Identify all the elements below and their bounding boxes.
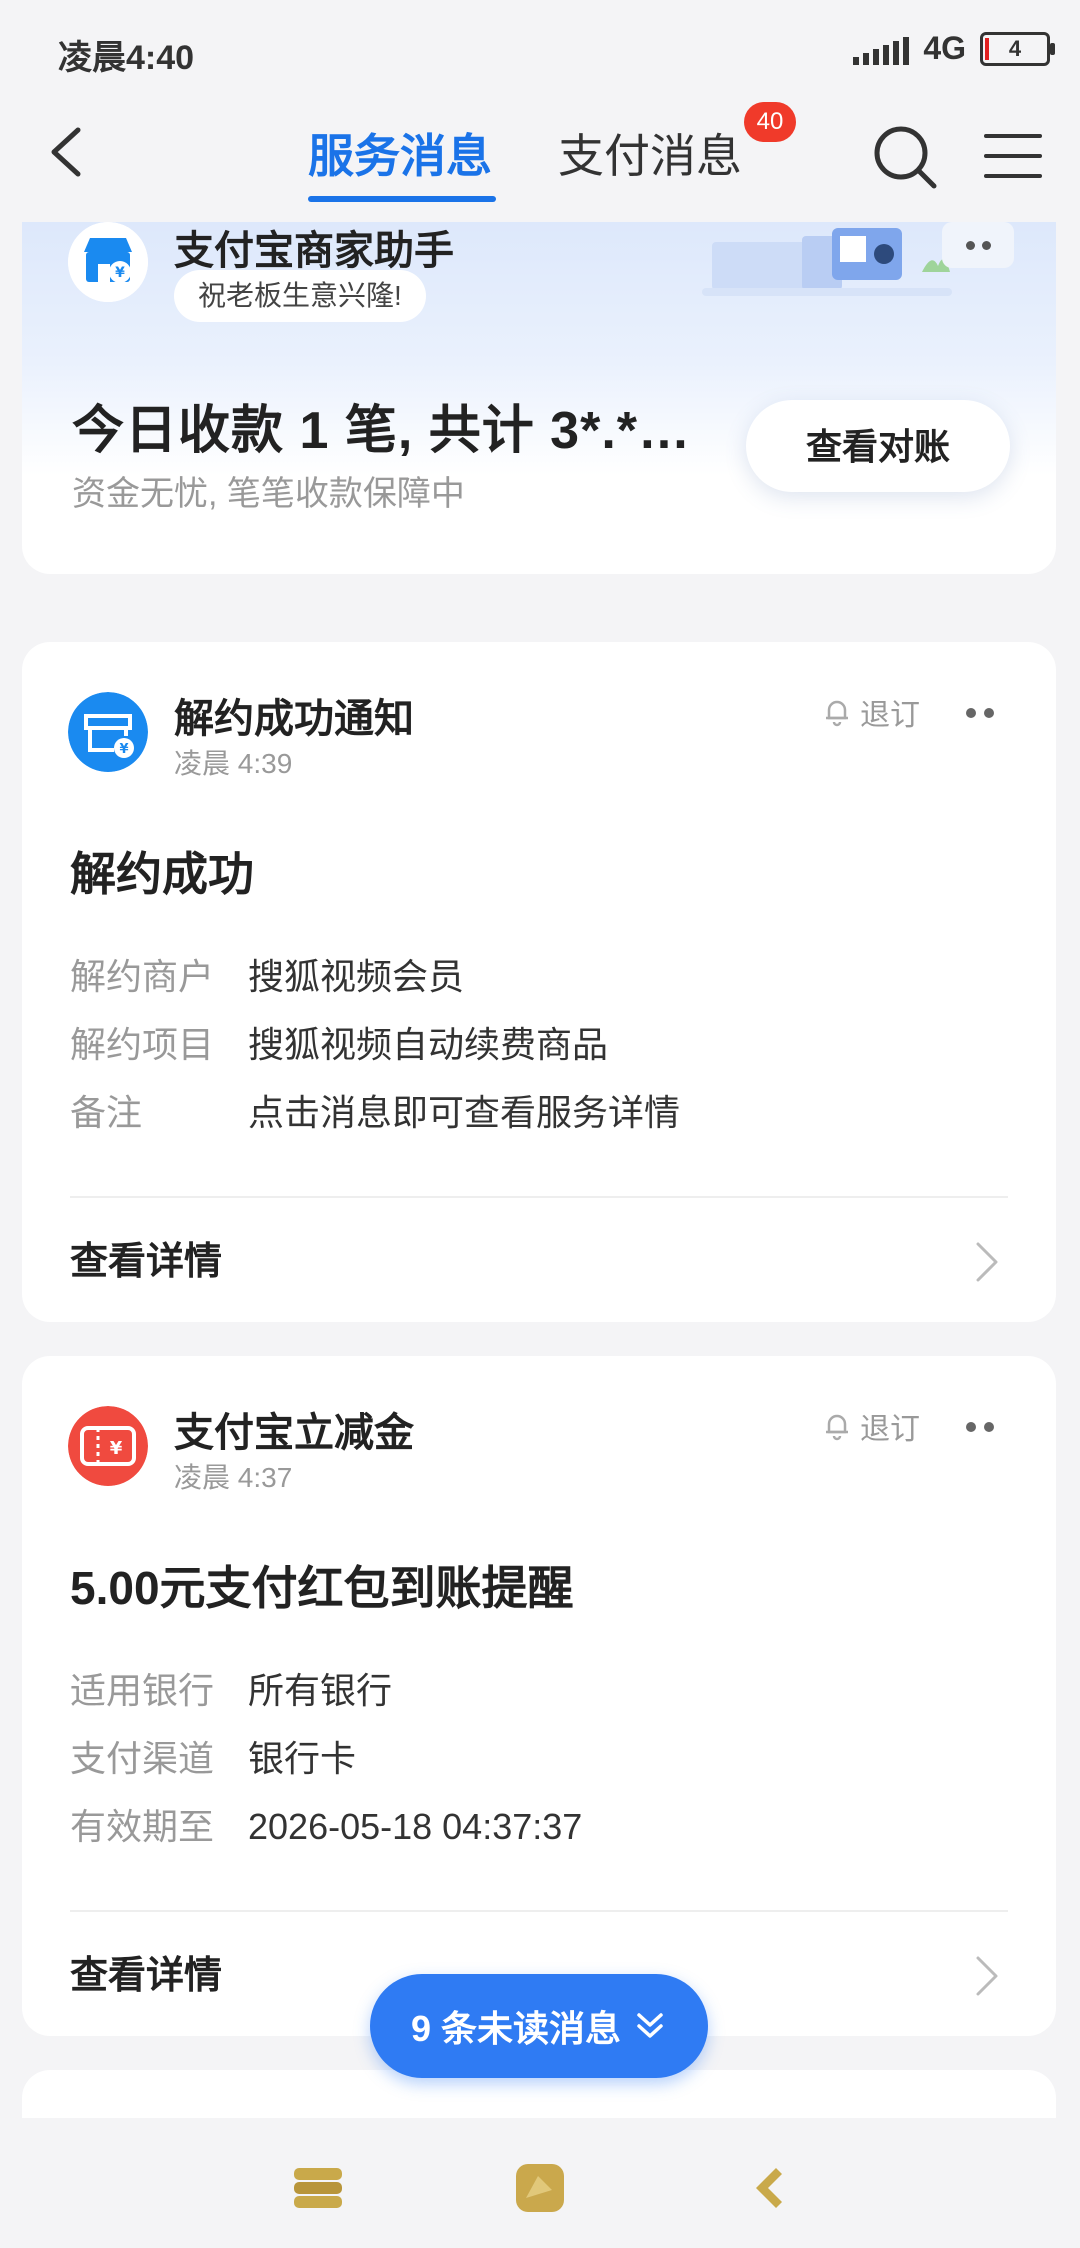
view-reconciliation-button[interactable]: 查看对账 — [746, 400, 1010, 492]
merchant-subtitle: 资金无忧, 笔笔收款保障中 — [72, 475, 465, 513]
info-row: 有效期至 2026-05-18 04:37:37 — [70, 1798, 582, 1850]
status-time: 凌晨4:40 — [58, 39, 195, 77]
info-row: 适用银行 所有银行 — [70, 1662, 392, 1714]
signal-icon — [853, 33, 910, 65]
view-details-link[interactable]: 查看详情 — [70, 1230, 222, 1285]
unread-badge: 40 — [744, 102, 796, 142]
info-value: 2026-05-18 04:37:37 — [248, 1806, 583, 1847]
info-row: 解约项目 搜狐视频自动续费商品 — [70, 1016, 608, 1068]
merchant-assistant-card[interactable]: ¥ 支付宝商家助手 祝老板生意兴隆! 今日收款 1 笔, 共计 3*.*… 资金… — [22, 222, 1056, 574]
info-row: 备注 点击消息即可查看服务详情 — [70, 1084, 680, 1136]
info-value: 搜狐视频会员 — [248, 956, 465, 997]
info-value: 点击消息即可查看服务详情 — [248, 1092, 681, 1133]
tab-payment-messages[interactable]: 支付消息 — [558, 120, 742, 186]
home-icon[interactable] — [512, 2160, 568, 2216]
chevron-right-icon[interactable] — [972, 1954, 1002, 1998]
system-nav-bar — [0, 2118, 1080, 2248]
info-key: 支付渠道 — [70, 1738, 215, 1779]
info-key: 解约项目 — [70, 1024, 215, 1065]
bell-icon — [826, 700, 848, 727]
merchant-title: 支付宝商家助手 — [174, 229, 454, 273]
info-key: 备注 — [70, 1092, 143, 1133]
merchant-store-icon: ¥ — [68, 222, 148, 302]
svg-text:¥: ¥ — [115, 265, 125, 281]
info-key: 适用银行 — [70, 1670, 215, 1711]
menu-icon[interactable] — [982, 130, 1044, 182]
svg-text:¥: ¥ — [119, 742, 128, 757]
info-row: 支付渠道 银行卡 — [70, 1730, 356, 1782]
card-title: 支付宝立减金 — [174, 1411, 414, 1455]
svg-text:¥: ¥ — [110, 1438, 123, 1459]
unsubscribe-label: 退订 — [860, 1413, 920, 1446]
bell-icon — [826, 1414, 848, 1441]
divider — [70, 1910, 1008, 1912]
info-key: 解约商户 — [70, 956, 215, 997]
info-value: 所有银行 — [248, 1670, 393, 1711]
message-card-red-packet[interactable]: ¥ 支付宝立减金 凌晨 4:37 退订 5.00元支付红包到账提醒 适用银行 所有… — [22, 1356, 1056, 2036]
termination-notice-icon: ¥ — [68, 692, 148, 772]
card-heading: 解约成功 — [70, 848, 254, 900]
back-icon[interactable] — [742, 2160, 798, 2216]
info-row: 解约商户 搜狐视频会员 — [70, 948, 464, 1000]
unsubscribe-button[interactable]: 退订 — [822, 1404, 920, 1448]
card-title: 解约成功通知 — [174, 697, 414, 741]
info-value: 搜狐视频自动续费商品 — [248, 1024, 609, 1065]
unread-messages-button[interactable]: 9 条未读消息 — [370, 1974, 708, 2078]
card-time: 凌晨 4:37 — [174, 1462, 293, 1493]
card-heading: 5.00元支付红包到账提醒 — [70, 1562, 574, 1614]
message-card-termination[interactable]: ¥ 解约成功通知 凌晨 4:39 退订 解约成功 解约商户 搜狐视频会员 解约项目… — [22, 642, 1056, 1322]
tab-service-messages[interactable]: 服务消息 — [308, 120, 492, 186]
back-arrow-icon[interactable] — [40, 122, 100, 182]
card-time: 凌晨 4:39 — [174, 748, 293, 779]
chevron-right-icon[interactable] — [972, 1240, 1002, 1284]
merchant-summary: 今日收款 1 笔, 共计 3*.*… — [72, 402, 691, 460]
red-packet-icon: ¥ — [68, 1406, 148, 1486]
active-tab-indicator — [308, 196, 496, 202]
merchant-more-button[interactable] — [942, 222, 1014, 268]
divider — [70, 1196, 1008, 1198]
status-bar: 凌晨4:40 4G 4 — [0, 0, 1080, 100]
unsubscribe-button[interactable]: 退订 — [822, 690, 920, 734]
info-key: 有效期至 — [70, 1806, 215, 1847]
double-chevron-down-icon — [637, 2013, 663, 2038]
network-type: 4G — [923, 30, 966, 66]
header: 服务消息 支付消息 40 — [0, 100, 1080, 220]
battery-icon: 4 — [980, 31, 1055, 66]
unread-messages-label: 9 条未读消息 — [410, 2008, 622, 2049]
search-icon[interactable] — [870, 122, 940, 192]
unsubscribe-label: 退订 — [860, 699, 920, 732]
more-options-icon[interactable] — [962, 706, 1002, 720]
merchant-illustration — [702, 228, 952, 296]
recent-apps-icon[interactable] — [290, 2160, 346, 2216]
info-value: 银行卡 — [248, 1738, 357, 1779]
battery-level: 4 — [1008, 35, 1022, 61]
more-options-icon[interactable] — [962, 1420, 1002, 1434]
view-details-link[interactable]: 查看详情 — [70, 1944, 222, 1999]
merchant-greeting: 祝老板生意兴隆! — [174, 270, 426, 322]
